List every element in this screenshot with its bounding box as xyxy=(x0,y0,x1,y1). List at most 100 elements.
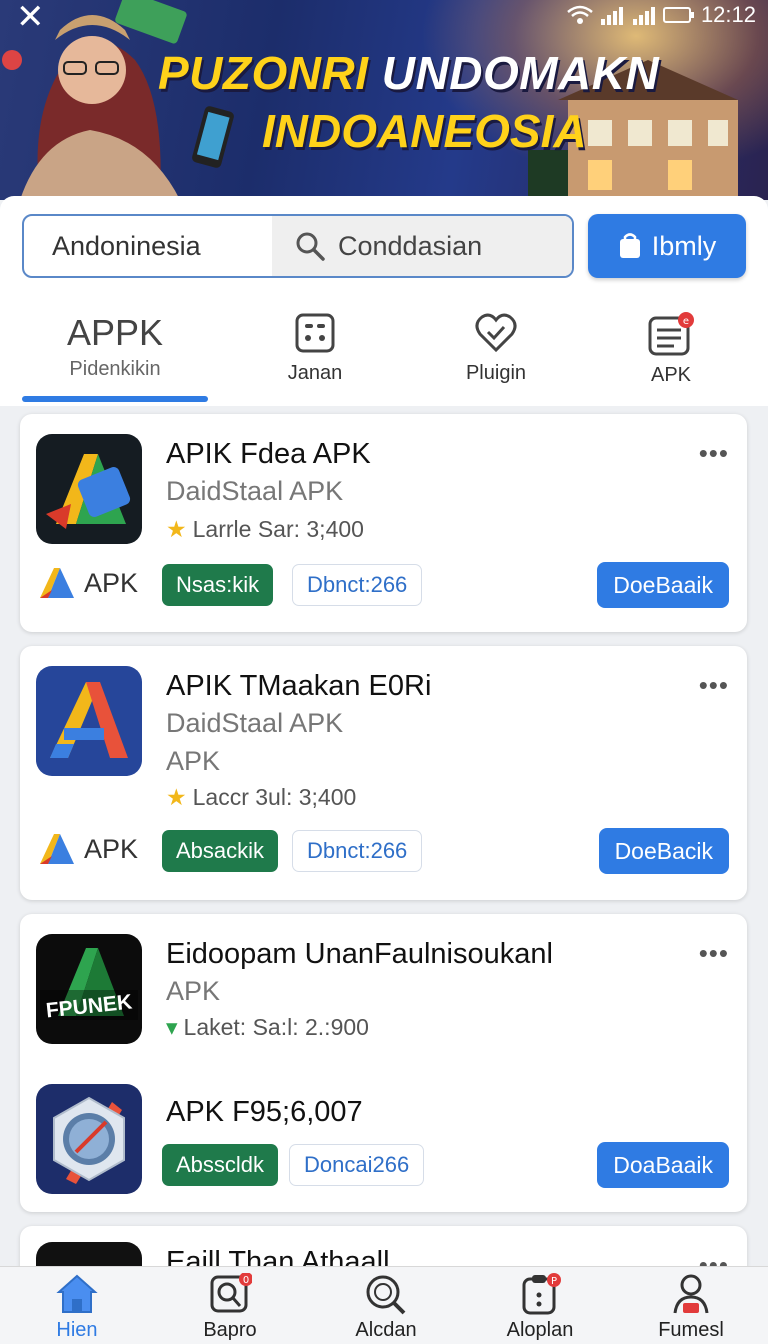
app-meta-1-text: Larrle Sar: 3;400 xyxy=(192,516,364,542)
app-title-1: APIK Fdea APK xyxy=(166,438,371,470)
search-panel: Andoninesia Conddasian Ibmly APPK Pidenk… xyxy=(0,196,768,406)
list-doc-icon: e xyxy=(648,312,694,356)
svg-text:e: e xyxy=(683,316,689,327)
app-icon-3: FPUNEK xyxy=(36,934,142,1044)
tab-appk-label: Pidenkikin xyxy=(69,358,161,380)
grid-dice-icon xyxy=(295,313,335,353)
search-icon xyxy=(366,1275,406,1315)
category-tabs: APPK Pidenkikin Janan Pluigin e APK xyxy=(0,300,768,402)
region-select[interactable]: Andoninesia xyxy=(24,216,272,276)
download-button-3[interactable]: DoaBaaik xyxy=(597,1142,729,1188)
close-icon[interactable]: ✕ xyxy=(16,0,50,36)
banner-subtitle: INDOANEOSIA xyxy=(262,105,587,157)
download-count-chip-1: Dbnct:266 xyxy=(292,564,423,606)
banner-title-part-a: PUZONRI xyxy=(158,47,369,99)
star-icon: ★ xyxy=(166,784,187,810)
tab-pluigin[interactable]: Pluigin xyxy=(436,300,556,400)
brand-label-2: APK xyxy=(38,832,138,866)
nav-home[interactable]: Hien xyxy=(17,1273,137,1342)
app-icon-1 xyxy=(36,434,142,544)
search-query-text: Conddasian xyxy=(338,230,483,261)
apply-button[interactable]: Ibmly xyxy=(588,214,746,278)
status-time: 12:12 xyxy=(700,2,756,27)
tab-apk[interactable]: e APK xyxy=(611,300,731,400)
nav-alcdan-label: Alcdan xyxy=(355,1319,417,1341)
brand-text-1: APK xyxy=(84,567,139,598)
search-input[interactable]: Conddasian xyxy=(272,216,572,276)
clipboard-icon: P xyxy=(522,1273,561,1315)
nav-bapro[interactable]: 0 Bapro xyxy=(170,1273,290,1342)
puzzle-app-icon xyxy=(46,454,131,529)
app-icon-2 xyxy=(36,666,142,776)
compass-app-icon xyxy=(53,1096,125,1184)
tab-appk-title: APPK xyxy=(66,312,164,353)
star-icon: ★ xyxy=(166,516,187,542)
search-box[interactable]: Andoninesia Conddasian xyxy=(22,214,574,278)
app-subtitle-3: APK xyxy=(166,976,221,1006)
more-options-icon[interactable]: ••• xyxy=(699,438,729,469)
download-button-1[interactable]: DoeBaaik xyxy=(597,562,729,608)
app-title-2: APIK TMaakan E0Ri xyxy=(166,670,432,702)
person-icon xyxy=(673,1274,709,1314)
download-button-2[interactable]: DoeBacik xyxy=(598,828,729,874)
app-subtitle-1: DaidStaal APK xyxy=(166,476,344,506)
category-chip-3[interactable]: Absscldk xyxy=(162,1144,279,1186)
search-doc-icon: 0 xyxy=(210,1273,252,1313)
app-title-3: Eidoopam UnanFaulnisoukanl xyxy=(166,938,553,970)
signal-icon-2 xyxy=(632,7,655,25)
nav-fumesl[interactable]: Fumesl xyxy=(631,1273,751,1342)
category-chip-1[interactable]: Nsas:kik xyxy=(162,564,274,606)
nav-aloplan-badge: P xyxy=(551,1276,557,1287)
nav-home-label: Hien xyxy=(56,1319,98,1341)
category-chip-2[interactable]: Absackik xyxy=(162,830,279,872)
bottom-navigation: Hien 0 Bapro Alcdan P Aloplan Fumesl xyxy=(0,1266,768,1344)
a-logo-app-icon xyxy=(50,682,128,758)
promo-banner[interactable]: PUZONRI UNDOMAKN INDOANEOSIA ✕ 12:12 xyxy=(0,0,768,200)
bag-icon xyxy=(619,233,640,258)
app-subtitle-2: DaidStaal APK xyxy=(166,708,344,738)
app-title-4: APK F95;6,007 xyxy=(166,1096,363,1128)
more-options-icon[interactable]: ••• xyxy=(699,938,729,969)
banner-title-part-b: UNDOMAKN xyxy=(381,47,660,99)
nav-alcdan[interactable]: Alcdan xyxy=(326,1273,446,1342)
search-icon xyxy=(296,232,325,261)
wifi-icon xyxy=(567,5,593,24)
signal-icon xyxy=(600,7,623,25)
status-bar: 12:12 xyxy=(567,2,756,28)
fpunek-app-icon: FPUNEK xyxy=(40,948,138,1022)
tab-appk[interactable]: APPK Pidenkikin xyxy=(22,300,208,402)
download-count-chip-2: Dbnct:266 xyxy=(292,830,423,872)
heart-check-icon xyxy=(475,313,517,353)
app-meta-3: ▾ Laket: Sa:l: 2.:900 xyxy=(166,1014,369,1041)
nav-bapro-label: Bapro xyxy=(203,1319,257,1341)
app-card-1[interactable]: APIK Fdea APK DaidStaal APK ★ Larrle Sar… xyxy=(20,414,747,632)
app-meta-2-text: Laccr 3ul: 3;400 xyxy=(192,784,357,810)
app-meta-1: ★ Larrle Sar: 3;400 xyxy=(166,516,364,543)
nav-fumesl-label: Fumesl xyxy=(658,1319,724,1341)
tab-janan-label: Janan xyxy=(287,362,343,384)
app-card-3[interactable]: FPUNEK Eidoopam UnanFaulnisoukanl APK ▾ … xyxy=(20,914,747,1212)
apk-logo-icon xyxy=(40,568,74,598)
active-tab-indicator xyxy=(22,396,208,402)
tab-apk-label: APK xyxy=(650,364,692,386)
battery-icon xyxy=(662,7,694,23)
nav-aloplan[interactable]: P Aloplan xyxy=(480,1273,600,1342)
app-card-2[interactable]: APIK TMaakan E0Ri DaidStaal APK APK ★ La… xyxy=(20,646,747,900)
apk-logo-icon xyxy=(40,834,74,864)
banner-title: PUZONRI UNDOMAKN xyxy=(158,46,659,100)
app-icon-4 xyxy=(36,1084,142,1194)
nav-aloplan-label: Aloplan xyxy=(506,1319,574,1341)
apply-button-label: Ibmly xyxy=(651,230,717,261)
app-meta-3-text: Laket: Sa:l: 2.:900 xyxy=(183,1014,369,1040)
nav-bapro-badge: 0 xyxy=(243,1275,249,1286)
home-icon xyxy=(56,1274,98,1313)
brand-text-2: APK xyxy=(84,833,139,864)
pin-icon: ▾ xyxy=(166,1014,178,1040)
download-count-chip-3: Doncai266 xyxy=(289,1144,425,1186)
tab-janan[interactable]: Janan xyxy=(255,300,375,400)
app-subtitle-2b: APK xyxy=(166,746,221,776)
more-options-icon[interactable]: ••• xyxy=(699,670,729,701)
brand-label-1: APK xyxy=(38,566,138,600)
tab-pluigin-label: Pluigin xyxy=(465,362,527,384)
app-meta-2: ★ Laccr 3ul: 3;400 xyxy=(166,784,356,811)
